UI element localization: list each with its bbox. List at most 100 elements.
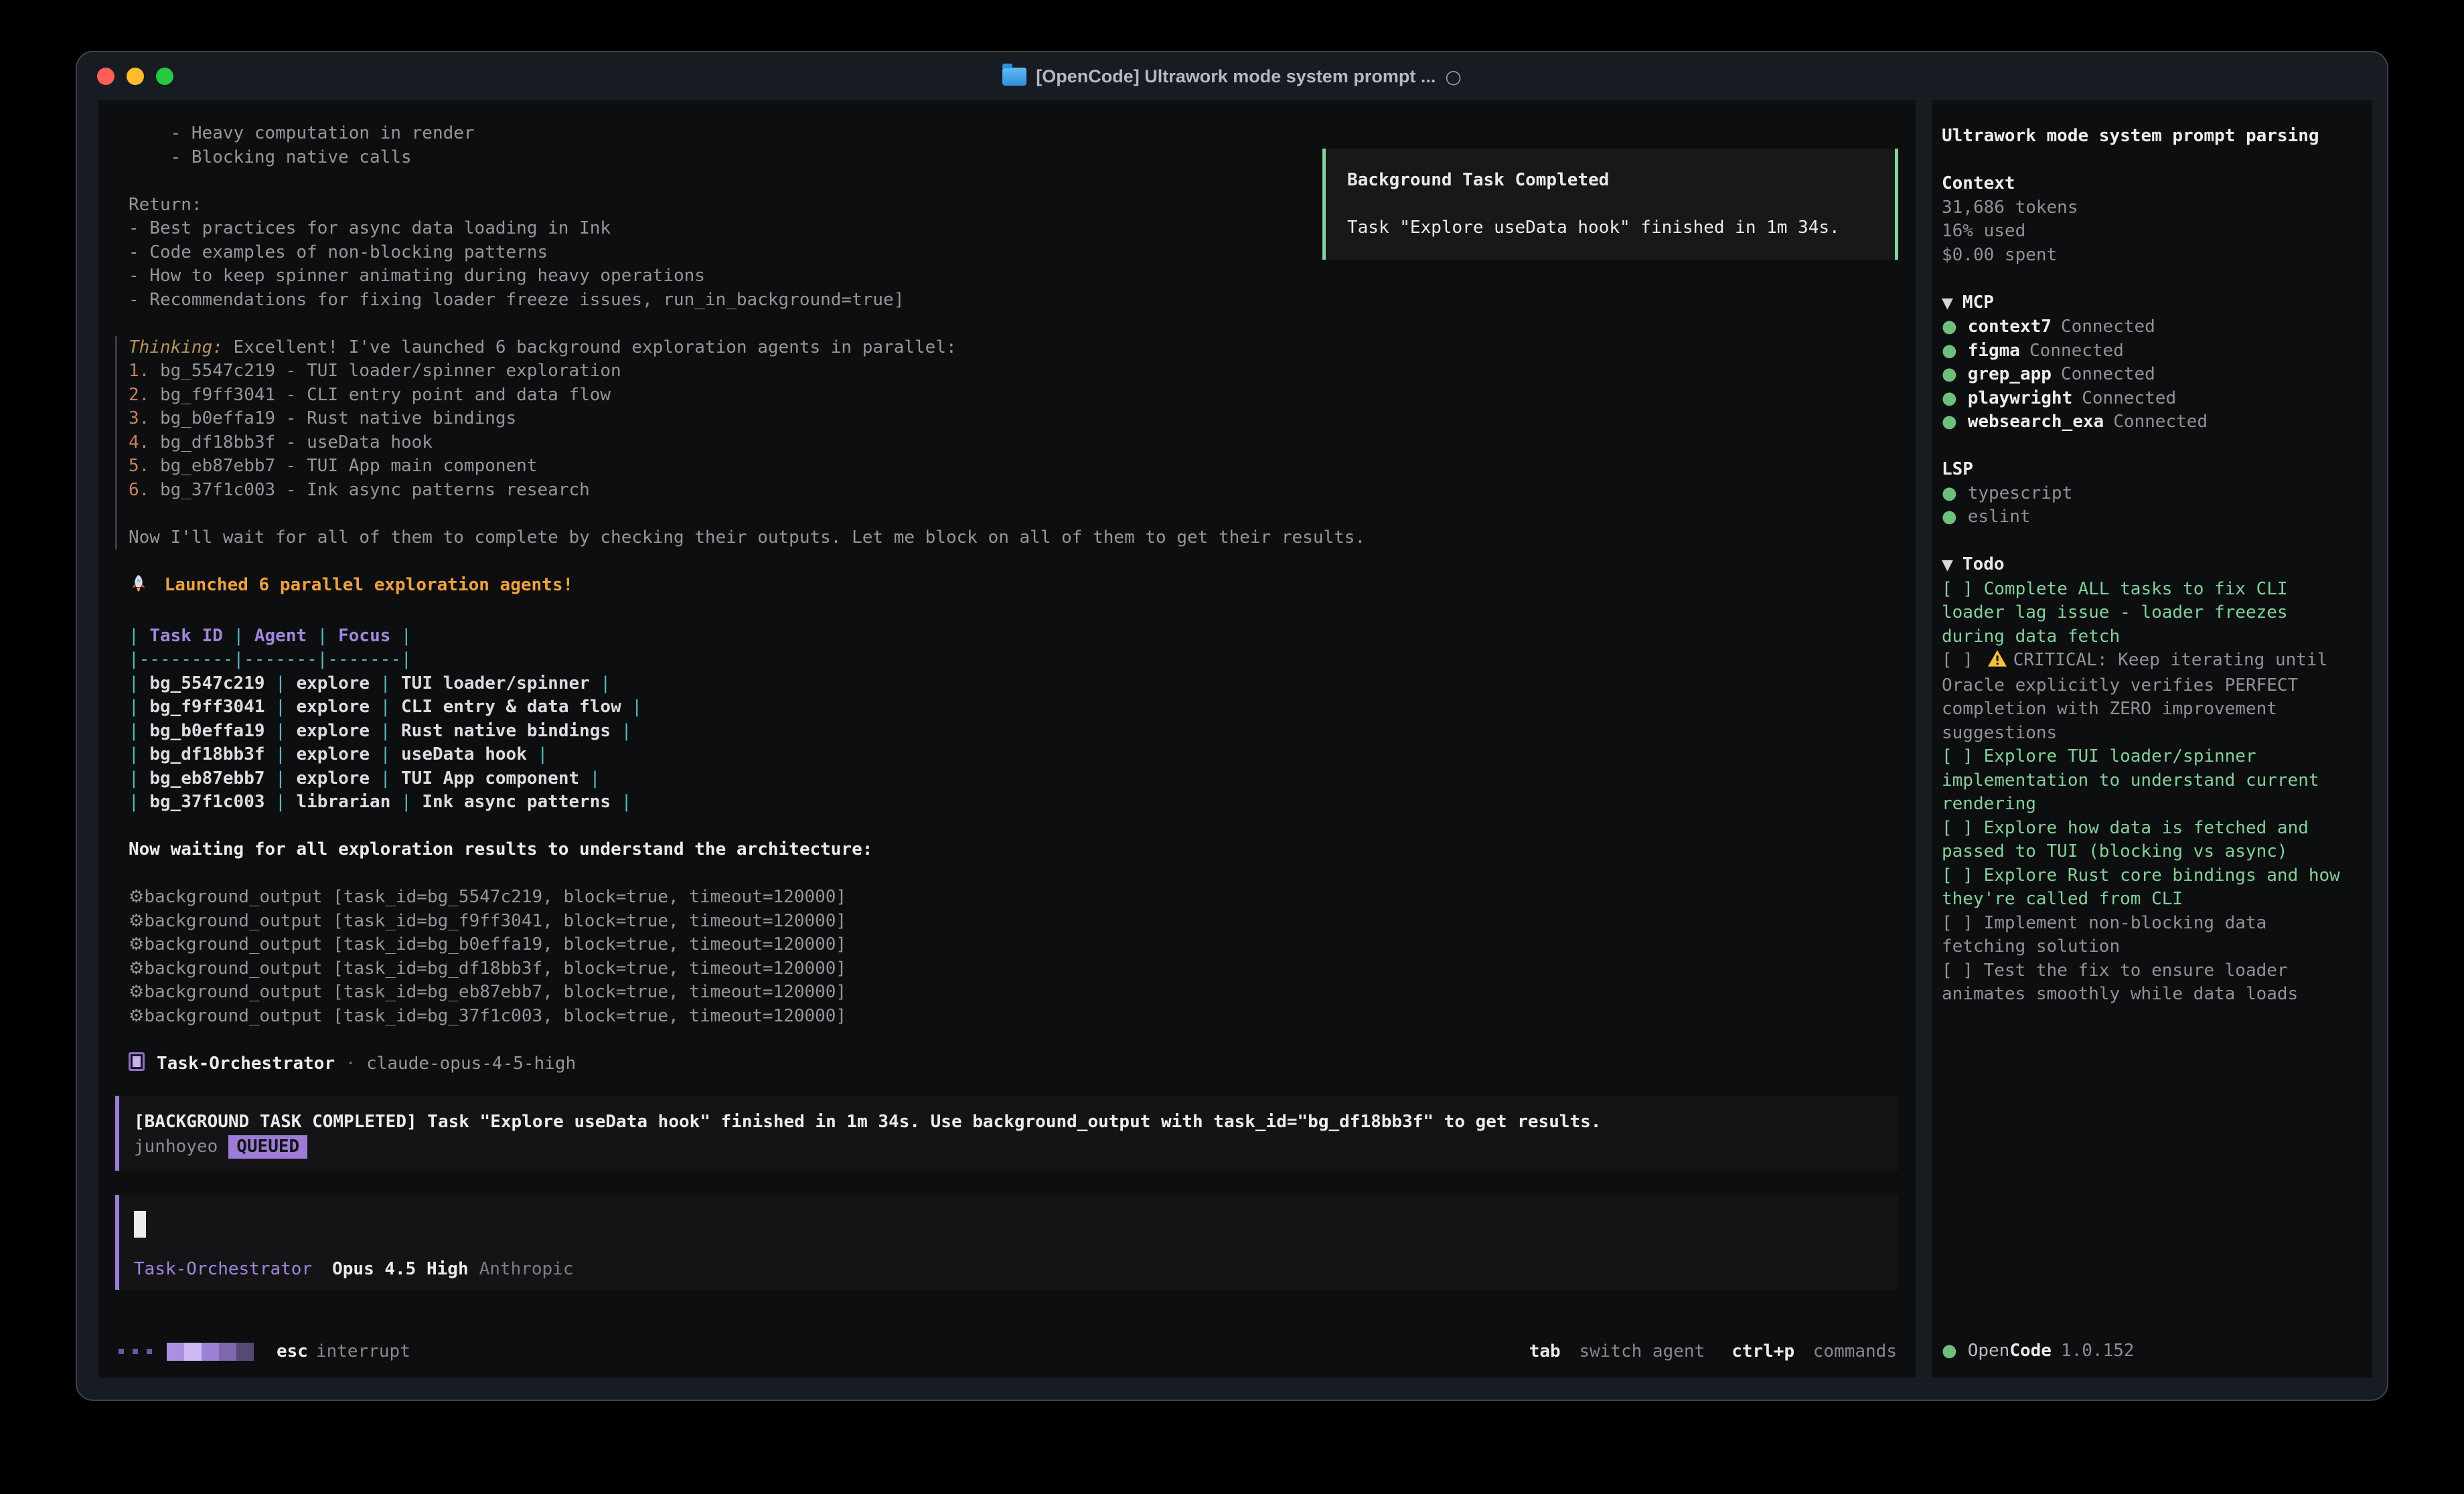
todo-item: [ ] CRITICAL: Keep iterating until Oracl… — [1942, 649, 2354, 745]
chevron-down-icon: ▼ — [1942, 557, 1953, 574]
ctrlp-key-label: commands — [1813, 1341, 1897, 1361]
completed-task-block: [BACKGROUND TASK COMPLETED] Task "Explor… — [115, 1096, 1898, 1171]
gear-icon: ⚙ — [129, 982, 144, 1002]
todo-text: Test the fix to ensure loader animates s… — [1942, 961, 2298, 1005]
sidebar-footer: ● OpenCode 1.0.152 — [1942, 1329, 2363, 1378]
status-dot-icon: ● — [1942, 341, 1957, 361]
esc-key-label: interrupt — [316, 1341, 410, 1361]
mcp-status: Connected — [2082, 388, 2176, 408]
transcript-line: 5. bg_eb87ebb7 - TUI App main component — [115, 454, 1916, 479]
gear-icon: ⚙ — [129, 911, 144, 931]
esc-key-hint: esc — [277, 1341, 308, 1361]
todo-heading[interactable]: ▼Todo — [1942, 553, 2354, 578]
transcript-line: | bg_37f1c003 | librarian | Ink async pa… — [98, 791, 1916, 815]
transcript-line — [98, 862, 1916, 886]
provider-name: Anthropic — [479, 1259, 574, 1279]
transcript-line: - Heavy computation in render — [98, 122, 1916, 146]
lsp-name: eslint — [1968, 507, 2031, 527]
session-title: Ultrawork mode system prompt parsing — [1942, 124, 2354, 149]
rocket-icon — [129, 574, 149, 601]
agent-icon — [129, 1052, 145, 1071]
context-spent: $0.00 spent — [1942, 244, 2354, 268]
transcript-line: Now I'll wait for all of them to complet… — [115, 526, 1916, 550]
todo-item: [ ] Complete ALL tasks to fix CLI loader… — [1942, 578, 2354, 649]
mcp-heading[interactable]: ▼MCP — [1942, 291, 2354, 316]
todo-item: [ ] Explore how data is fetched and pass… — [1942, 817, 2354, 864]
mcp-status: Connected — [2113, 412, 2208, 432]
main-pane: - Heavy computation in render - Blocking… — [98, 100, 1916, 1378]
transcript-line: Task-Orchestrator · claude-opus-4-5-high — [98, 1052, 1916, 1076]
transcript-line: ⚙background_output [task_id=bg_df18bb3f,… — [98, 957, 1916, 981]
text-cursor — [134, 1211, 146, 1238]
titlebar[interactable]: [OpenCode] Ultrawork mode system prompt … — [77, 52, 2387, 100]
spinner-dots-icon — [119, 1349, 152, 1354]
transcript-line: | bg_f9ff3041 | explore | CLI entry & da… — [98, 695, 1916, 720]
todo-item: [ ] Test the fix to ensure loader animat… — [1942, 959, 2354, 1007]
prompt-input[interactable]: Task-Orchestrator Opus 4.5 High Anthropi… — [115, 1195, 1898, 1290]
completed-task-meta: junhoyeoQUEUED — [134, 1135, 1882, 1159]
todo-checkbox: [ ] — [1942, 818, 1984, 838]
transcript-line: 2. bg_f9ff3041 - CLI entry point and dat… — [115, 384, 1916, 408]
ctrlp-key-hint: ctrl+p — [1731, 1341, 1794, 1361]
tab-key-label: switch agent — [1579, 1341, 1705, 1361]
app-window: [OpenCode] Ultrawork mode system prompt … — [76, 51, 2388, 1401]
transcript-line: ⚙background_output [task_id=bg_eb87ebb7,… — [98, 981, 1916, 1005]
app-version: 1.0.152 — [2061, 1339, 2135, 1363]
gear-icon: ⚙ — [129, 1006, 144, 1026]
todo-checkbox: [ ] — [1942, 961, 1984, 981]
transcript-line: - Recommendations for fixing loader free… — [98, 288, 1916, 313]
lsp-item: ●eslint — [1942, 505, 2354, 529]
transcript-line: 3. bg_b0effa19 - Rust native bindings — [115, 407, 1916, 431]
agent-name[interactable]: Task-Orchestrator — [134, 1259, 312, 1279]
context-tokens: 31,686 tokens — [1942, 196, 2354, 220]
sidebar: Ultrawork mode system prompt parsing Con… — [1932, 100, 2372, 1378]
spinner-blocks-icon — [167, 1343, 254, 1361]
mcp-item: ●figmaConnected — [1942, 339, 2354, 363]
mcp-name: playwright — [1968, 388, 2073, 408]
transcript-line: | bg_df18bb3f | explore | useData hook | — [98, 743, 1916, 767]
mcp-status: Connected — [2061, 317, 2155, 337]
todo-text: Explore Rust core bindings and how they'… — [1942, 865, 2351, 910]
traffic-lights — [97, 68, 173, 85]
transcript-line: |---------|-------|-------| — [98, 648, 1916, 672]
todo-checkbox: [ ] — [1942, 650, 1984, 670]
todo-item: [ ] Explore TUI loader/spinner implement… — [1942, 745, 2354, 817]
input-footer: Task-Orchestrator Opus 4.5 High Anthropi… — [134, 1259, 574, 1279]
mcp-name: context7 — [1968, 317, 2052, 337]
todo-list: [ ] Complete ALL tasks to fix CLI loader… — [1942, 578, 2354, 1007]
transcript-line — [98, 550, 1916, 574]
minimize-button[interactable] — [127, 68, 144, 85]
todo-text: Explore TUI loader/spinner implementatio… — [1942, 746, 2329, 814]
tab-key-hint: tab — [1529, 1341, 1561, 1361]
mcp-status: Connected — [2061, 364, 2155, 384]
transcript-line: | bg_b0effa19 | explore | Rust native bi… — [98, 720, 1916, 744]
transcript-line: 4. bg_df18bb3f - useData hook — [115, 431, 1916, 455]
context-heading: Context — [1942, 172, 2354, 196]
mcp-item: ●playwrightConnected — [1942, 387, 2354, 411]
mcp-item: ● context7 Connected — [1942, 315, 2354, 339]
gear-icon: ⚙ — [129, 934, 144, 954]
todo-item: [ ] Explore Rust core bindings and how t… — [1942, 864, 2354, 912]
mcp-item: ●grep_appConnected — [1942, 363, 2354, 387]
mcp-list: ●context7Connected●figmaConnected●grep_a… — [1942, 315, 2354, 434]
todo-text: Explore how data is fetched and passed t… — [1942, 818, 2319, 862]
status-dot-icon: ● — [1942, 483, 1957, 503]
transcript-line — [98, 600, 1916, 625]
todo-item: [ ] Implement non-blocking data fetching… — [1942, 912, 2354, 959]
transcript-line — [98, 312, 1916, 336]
completed-task-message: [BACKGROUND TASK COMPLETED] Task "Explor… — [134, 1110, 1882, 1135]
status-dot-icon: ● — [1942, 317, 1957, 337]
transcript-line: 6. bg_37f1c003 - Ink async patterns rese… — [115, 479, 1916, 503]
model-name[interactable]: Opus 4.5 High — [332, 1259, 469, 1279]
close-button[interactable] — [97, 68, 114, 85]
window-title: [OpenCode] Ultrawork mode system prompt … — [1002, 66, 1462, 88]
lsp-item: ●typescript — [1942, 482, 2354, 506]
brand-open: Open — [1968, 1339, 2010, 1363]
todo-text: Complete ALL tasks to fix CLI loader lag… — [1942, 579, 2298, 647]
proxy-circle-icon: ○ — [1445, 66, 1461, 88]
transcript-line: | bg_eb87ebb7 | explore | TUI App compon… — [98, 767, 1916, 791]
gear-icon: ⚙ — [129, 887, 144, 907]
zoom-button[interactable] — [156, 68, 173, 85]
status-bar: esc interrupt tab switch agent ctrl+p co… — [98, 1329, 1916, 1378]
transcript-line: ⚙background_output [task_id=bg_f9ff3041,… — [98, 910, 1916, 934]
